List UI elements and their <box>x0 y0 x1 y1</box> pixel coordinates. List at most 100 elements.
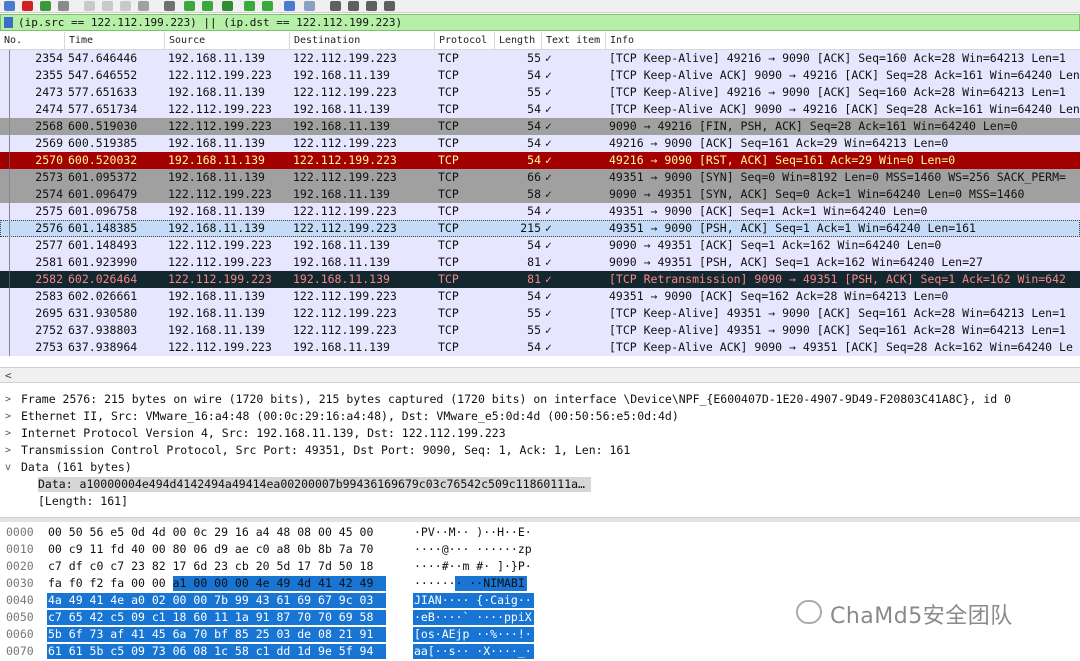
detail-tree-item[interactable]: Data: a10000004e494d4142494a49414ea00200… <box>0 476 1080 493</box>
zoom-in-icon[interactable] <box>330 1 341 11</box>
detail-tree-label: Transmission Control Protocol, Src Port:… <box>21 443 631 457</box>
go-first-icon[interactable] <box>244 1 255 11</box>
open-file-icon[interactable] <box>84 1 95 11</box>
packet-row[interactable]: 2568 600.519030 122.112.199.223 192.168.11.… <box>0 118 1080 135</box>
packet-dst-cell: 122.112.199.223 <box>293 51 397 65</box>
packet-proto-cell: TCP <box>438 136 459 150</box>
resize-columns-icon[interactable] <box>384 1 395 11</box>
packet-row[interactable]: 2695 631.930580 192.168.11.139 122.112.199.… <box>0 305 1080 322</box>
packet-row[interactable]: 2581 601.923990 122.112.199.223 192.168.11.… <box>0 254 1080 271</box>
packet-chk-cell: ✓ <box>545 51 552 65</box>
packet-row[interactable]: 2577 601.148493 122.112.199.223 192.168.11.… <box>0 237 1080 254</box>
hex-bytes[interactable]: c7 65 42 c5 09 c1 18 60 11 1a 91 87 70 7… <box>48 610 373 625</box>
packet-row[interactable]: 2569 600.519385 192.168.11.139 122.112.199.… <box>0 135 1080 152</box>
hex-row[interactable]: 0070 61 61 5b c5 09 73 06 08 1c 58 c1 dd … <box>0 643 1080 660</box>
hex-bytes[interactable]: 5b 6f 73 af 41 45 6a 70 bf 85 25 03 de 0… <box>48 627 373 642</box>
packet-no-cell: 2581 <box>35 255 63 269</box>
hex-ascii[interactable]: ·PV··M·· )··H··E· <box>414 525 532 540</box>
hex-bytes[interactable]: c7 df c0 c7 23 82 17 6d 23 cb 20 5d 17 7… <box>48 559 373 574</box>
column-header-length[interactable]: Length <box>499 35 535 47</box>
colorize-icon[interactable] <box>304 1 315 11</box>
hex-bytes[interactable]: fa f0 f2 fa 00 00 a1 00 00 00 4e 49 4d 4… <box>48 576 373 591</box>
packet-row[interactable]: 2582 602.026464 122.112.199.223 192.168.11.… <box>0 271 1080 288</box>
detail-tree-item[interactable]: > Transmission Control Protocol, Src Port… <box>0 442 1080 459</box>
packet-proto-cell: TCP <box>438 102 459 116</box>
collapsed-arrow-icon[interactable]: > <box>5 392 11 407</box>
packet-len-cell: 55 <box>527 323 541 337</box>
capture-options-icon[interactable] <box>58 1 69 11</box>
hex-ascii[interactable]: ·eB····` ····ppiX <box>414 610 532 625</box>
hex-bytes[interactable]: 4a 49 41 4e a0 02 00 00 7b 99 43 61 69 6… <box>48 593 373 608</box>
column-header-source[interactable]: Source <box>169 35 205 47</box>
detail-tree-item[interactable]: [Length: 161] <box>0 493 1080 510</box>
packet-list-scrollbar[interactable]: < <box>0 367 1080 383</box>
stop-capture-icon[interactable] <box>22 1 33 11</box>
packet-row[interactable]: 2573 601.095372 192.168.11.139 122.112.199.… <box>0 169 1080 186</box>
packet-time-cell: 601.095372 <box>68 170 138 184</box>
display-filter-bar[interactable]: (ip.src == 122.112.199.223) || (ip.dst =… <box>0 14 1080 31</box>
detail-tree-item[interactable]: > Frame 2576: 215 bytes on wire (1720 bit… <box>0 391 1080 408</box>
restart-capture-icon[interactable] <box>40 1 51 11</box>
hex-ascii[interactable]: aa[··s·· ·X····_· <box>414 644 532 659</box>
detail-tree-label: Frame 2576: 215 bytes on wire (1720 bits… <box>21 392 1012 406</box>
expanded-arrow-icon[interactable]: v <box>5 460 11 475</box>
shark-fin-icon[interactable] <box>4 1 15 11</box>
hex-row[interactable]: 0010 00 c9 11 fd 40 00 80 06 d9 ae c0 a8 … <box>0 541 1080 558</box>
go-back-icon[interactable] <box>184 1 195 11</box>
hex-row[interactable]: 0020 c7 df c0 c7 23 82 17 6d 23 cb 20 5d … <box>0 558 1080 575</box>
packet-row[interactable]: 2355 547.646552 122.112.199.223 192.168.11.… <box>0 67 1080 84</box>
column-header-protocol[interactable]: Protocol <box>439 35 487 47</box>
hex-ascii[interactable]: ····@··· ······zp <box>414 542 532 557</box>
autoscroll-icon[interactable] <box>284 1 295 11</box>
detail-tree-item[interactable]: v Data (161 bytes) <box>0 459 1080 476</box>
hex-bytes[interactable]: 61 61 5b c5 09 73 06 08 1c 58 c1 dd 1d 9… <box>48 644 373 659</box>
packet-row[interactable]: 2575 601.096758 192.168.11.139 122.112.199.… <box>0 203 1080 220</box>
go-forward-icon[interactable] <box>202 1 213 11</box>
packet-no-cell: 2474 <box>35 102 63 116</box>
packet-time-cell: 637.938803 <box>68 323 138 337</box>
packet-row[interactable]: 2354 547.646446 192.168.11.139 122.112.199.… <box>0 50 1080 67</box>
go-to-packet-icon[interactable] <box>222 1 233 11</box>
packet-row[interactable]: 2473 577.651633 192.168.11.139 122.112.199.… <box>0 84 1080 101</box>
hex-bytes[interactable]: 00 c9 11 fd 40 00 80 06 d9 ae c0 a8 0b 8… <box>48 542 373 557</box>
save-file-icon[interactable] <box>102 1 113 11</box>
hex-row[interactable]: 0000 00 50 56 e5 0d 4d 00 0c 29 16 a4 48 … <box>0 524 1080 541</box>
hex-ascii[interactable]: ······· ··NIMABI <box>414 576 525 591</box>
packet-row[interactable]: 2574 601.096479 122.112.199.223 192.168.11.… <box>0 186 1080 203</box>
column-header-destination[interactable]: Destination <box>294 35 360 47</box>
hex-ascii[interactable]: JIAN···· {·Caig·· <box>414 593 532 608</box>
display-filter-input[interactable]: (ip.src == 122.112.199.223) || (ip.dst =… <box>18 16 402 30</box>
detail-tree-item[interactable]: > Ethernet II, Src: VMware_16:a4:48 (00:0… <box>0 408 1080 425</box>
packet-row[interactable]: 2583 602.026661 192.168.11.139 122.112.199.… <box>0 288 1080 305</box>
hex-ascii[interactable]: ····#··m #· ]·}P· <box>414 559 532 574</box>
detail-tree-item[interactable]: > Internet Protocol Version 4, Src: 192.1… <box>0 425 1080 442</box>
packet-row[interactable]: 2474 577.651734 122.112.199.223 192.168.11.… <box>0 101 1080 118</box>
zoom-out-icon[interactable] <box>348 1 359 11</box>
hex-ascii[interactable]: [os·AEjp ··%···!· <box>414 627 532 642</box>
packet-dst-cell: 192.168.11.139 <box>293 187 390 201</box>
column-header-text-item[interactable]: Text item <box>546 35 600 47</box>
close-file-icon[interactable] <box>120 1 131 11</box>
column-header-info[interactable]: Info <box>610 35 634 47</box>
hex-offset: 0040 <box>6 593 34 607</box>
reload-icon[interactable] <box>138 1 149 11</box>
column-header-time[interactable]: Time <box>69 35 93 47</box>
zoom-normal-icon[interactable] <box>366 1 377 11</box>
packet-dst-cell: 122.112.199.223 <box>293 170 397 184</box>
packet-src-cell: 192.168.11.139 <box>168 153 265 167</box>
scroll-left-arrow-icon[interactable]: < <box>5 369 12 382</box>
find-packet-icon[interactable] <box>164 1 175 11</box>
go-last-icon[interactable] <box>262 1 273 11</box>
packet-list-header: No. Time Source Destination Protocol Len… <box>0 32 1080 50</box>
collapsed-arrow-icon[interactable]: > <box>5 409 11 424</box>
collapsed-arrow-icon[interactable]: > <box>5 426 11 441</box>
packet-row[interactable]: 2576 601.148385 192.168.11.139 122.112.199.… <box>0 220 1080 237</box>
column-header-no[interactable]: No. <box>4 35 22 47</box>
hex-row[interactable]: 0030 fa f0 f2 fa 00 00 a1 00 00 00 4e 49 … <box>0 575 1080 592</box>
hex-bytes[interactable]: 00 50 56 e5 0d 4d 00 0c 29 16 a4 48 08 0… <box>48 525 373 540</box>
collapsed-arrow-icon[interactable]: > <box>5 443 11 458</box>
bookmark-icon[interactable] <box>4 17 13 28</box>
packet-row[interactable]: 2752 637.938803 192.168.11.139 122.112.199.… <box>0 322 1080 339</box>
packet-row[interactable]: 2570 600.520032 192.168.11.139 122.112.199.… <box>0 152 1080 169</box>
packet-row[interactable]: 2753 637.938964 122.112.199.223 192.168.11.… <box>0 339 1080 356</box>
